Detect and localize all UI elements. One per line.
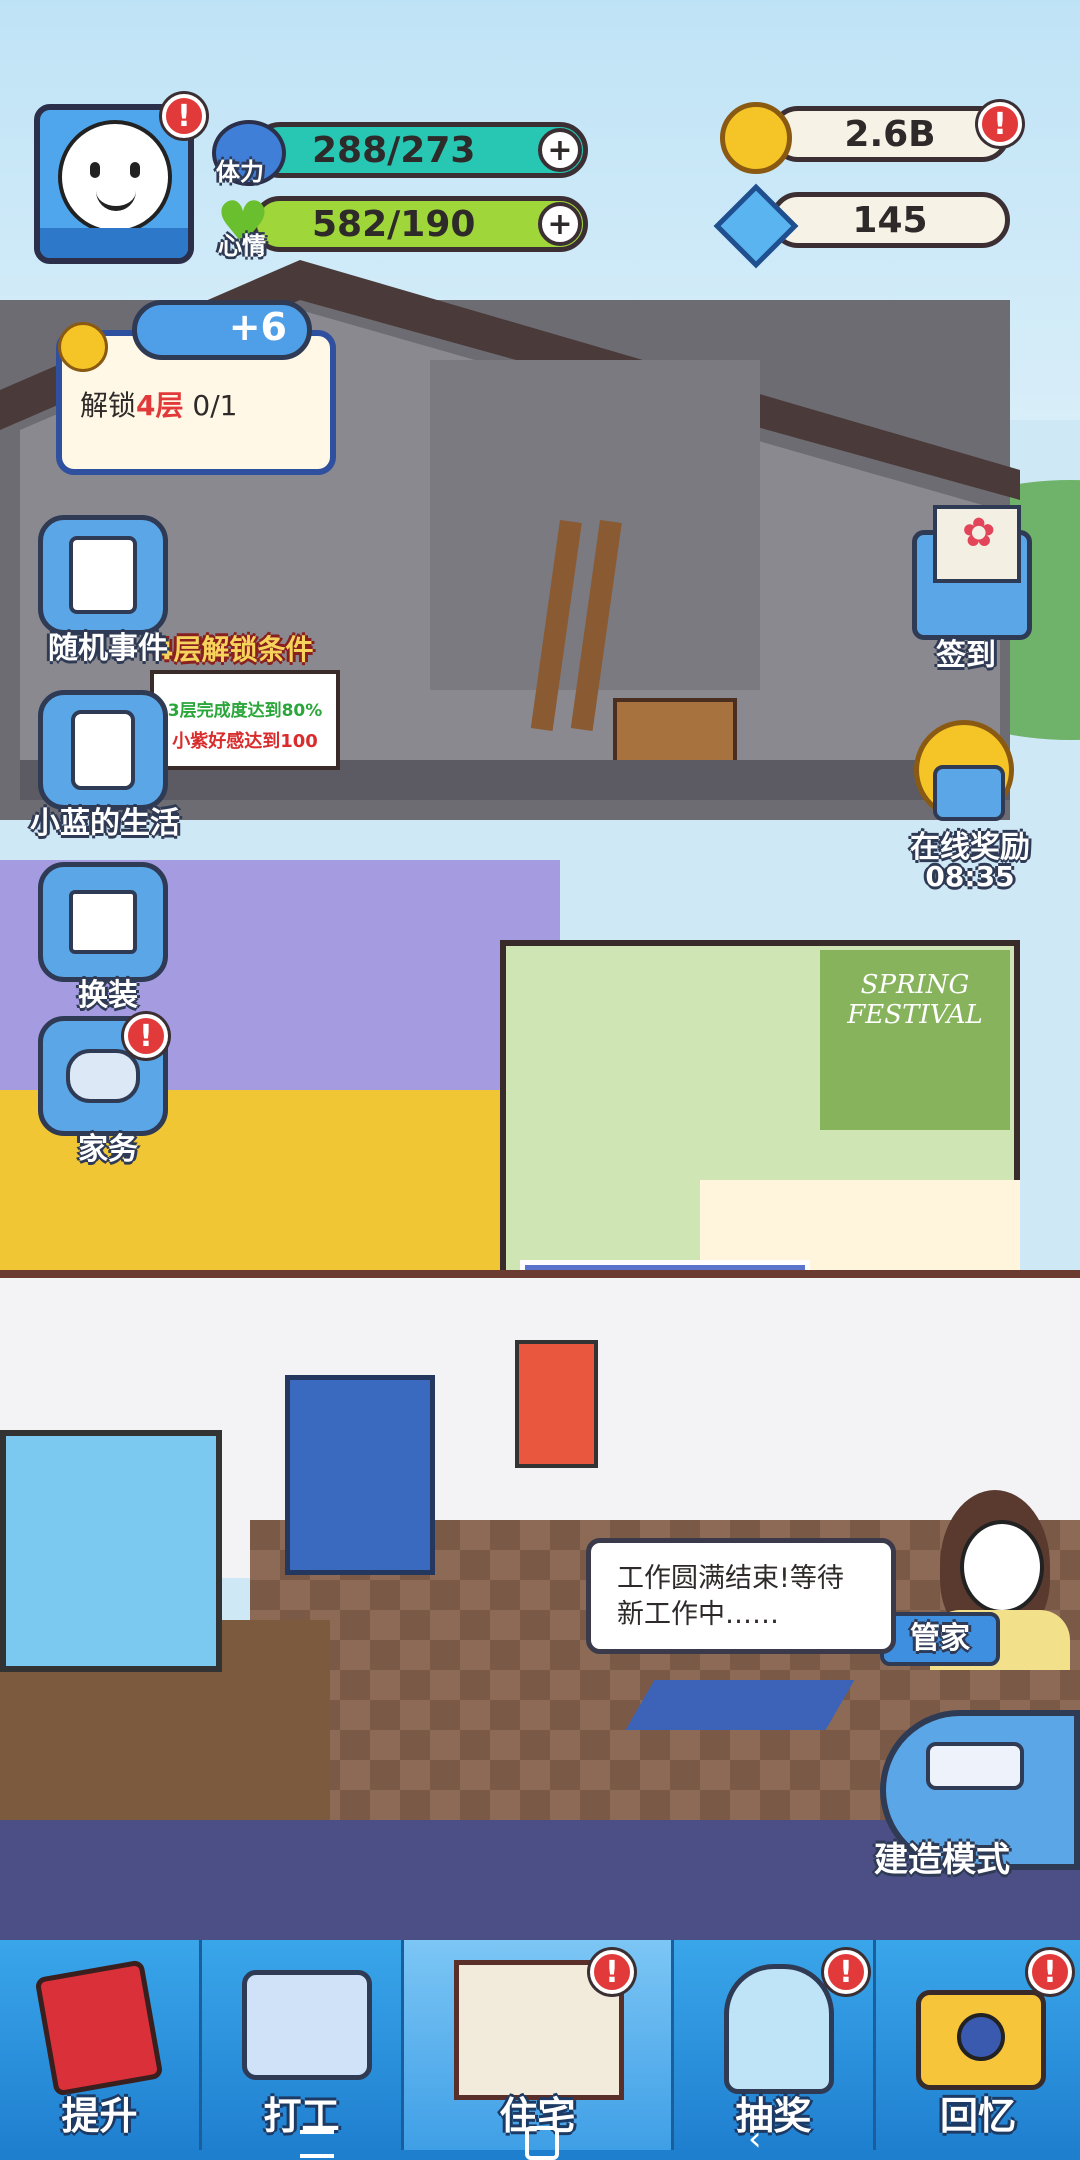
smiley-face-avatar-icon — [58, 120, 172, 234]
housework-alert-badge: ! — [124, 1014, 168, 1058]
nav-memories-alert-badge: ! — [1028, 1950, 1072, 1994]
gems-value: 145 — [852, 199, 928, 241]
unlock-text: 解锁4层 0/1 — [80, 389, 238, 422]
dress-up-label: 换装 — [78, 978, 138, 1013]
butler-label-tag[interactable]: 管家 — [880, 1612, 1000, 1666]
mood-bar[interactable]: 582/190 + ♥ 心情 — [212, 194, 588, 262]
paint-roller-icon — [926, 1742, 1024, 1790]
back-chevron-icon[interactable]: ‹ — [748, 2122, 762, 2156]
washing-machine-icon — [38, 690, 168, 810]
gacha-machine-icon — [724, 1964, 834, 2094]
gold-coin-icon — [58, 322, 108, 372]
nav-lottery-alert-badge: ! — [824, 1950, 868, 1994]
housework-label: 家务 — [78, 1132, 138, 1167]
coin-counter[interactable]: 2.6B — [720, 102, 1010, 174]
random-event-label: 随机事件 — [48, 631, 168, 666]
mood-label: 心情 — [218, 232, 266, 260]
stamina-plus-button[interactable]: + — [538, 128, 582, 172]
checkin-label: 签到 — [936, 638, 996, 673]
poster: SPRING FESTIVAL — [820, 950, 1010, 1130]
dress-up-button[interactable]: 换装 — [28, 862, 188, 1014]
gem-counter[interactable]: 145 — [713, 183, 1010, 269]
xiaolan-life-button[interactable]: 小蓝的生活 — [10, 690, 200, 842]
mood-plus-button[interactable]: + — [538, 202, 582, 246]
tv-badge-icon — [242, 1970, 372, 2080]
coins-value: 2.6B — [844, 113, 936, 155]
online-reward-timer: 08:35 — [925, 860, 1015, 893]
tshirt-icon — [38, 862, 168, 982]
unlock-reward: +6 — [132, 300, 312, 360]
notepad-icon — [38, 515, 168, 635]
stamina-value: 288/273 — [312, 129, 476, 171]
coin-alert-badge: ! — [978, 102, 1022, 146]
avatar-alert-badge: ! — [162, 94, 206, 138]
mood-value: 582/190 — [312, 203, 476, 245]
boxing-poster — [515, 1340, 598, 1468]
tv-screen — [0, 1430, 222, 1672]
random-event-button[interactable]: 随机事件 — [28, 515, 188, 667]
system-nav-bar: ‹ — [0, 2120, 1080, 2160]
treadmill — [625, 1680, 855, 1730]
nav-upgrade[interactable]: 提升 — [0, 1940, 202, 2150]
stamina-label: 体力 — [216, 158, 264, 186]
book-icon — [34, 1959, 164, 2097]
camera-icon — [916, 1990, 1046, 2090]
menu-icon[interactable] — [300, 2130, 334, 2158]
build-mode-label: 建造模式 — [874, 1840, 1010, 1880]
coin-icon — [720, 102, 792, 174]
ribbon-bow-icon: ✿ — [962, 510, 996, 556]
butler-label: 管家 — [910, 1621, 970, 1656]
nav-home-alert-badge: ! — [590, 1950, 634, 1994]
clock-coin-icon — [914, 720, 1014, 821]
nav-work[interactable]: 打工 — [202, 1940, 404, 2150]
locker — [285, 1375, 435, 1575]
stamina-bar[interactable]: 288/273 + 体力 — [212, 120, 588, 188]
xiaolan-life-label: 小蓝的生活 — [30, 806, 180, 841]
speech-bubble: 工作圆满结束!等待新工作中…… — [586, 1538, 896, 1654]
home-square-icon[interactable] — [525, 2126, 559, 2160]
